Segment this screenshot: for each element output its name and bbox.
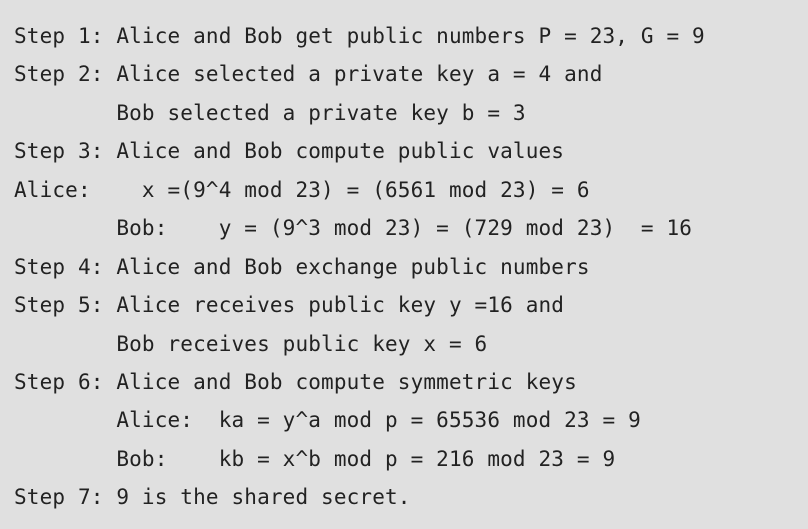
- step-6-line: Step 6: Alice and Bob compute symmetric …: [14, 369, 577, 394]
- step-2-line: Step 2: Alice selected a private key a =…: [14, 62, 603, 87]
- step-2-bob-line: Bob selected a private key b = 3: [14, 100, 526, 125]
- step-4-line: Step 4: Alice and Bob exchange public nu…: [14, 254, 590, 279]
- bob-symmetric-key-line: Bob: kb = x^b mod p = 216 mod 23 = 9: [14, 446, 616, 471]
- step-1-line: Step 1: Alice and Bob get public numbers…: [14, 24, 705, 48]
- alice-public-value-line: Alice: x =(9^4 mod 23) = (6561 mod 23) =…: [14, 177, 590, 202]
- step-5-bob-line: Bob receives public key x = 6: [14, 331, 488, 356]
- alice-symmetric-key-line: Alice: ka = y^a mod p = 65536 mod 23 = 9: [14, 408, 641, 433]
- code-block: Step 1: Alice and Bob get public numbers…: [0, 0, 808, 529]
- bob-public-value-line: Bob: y = (9^3 mod 23) = (729 mod 23) = 1…: [14, 216, 693, 241]
- step-3-line: Step 3: Alice and Bob compute public val…: [14, 139, 565, 164]
- step-7-line: Step 7: 9 is the shared secret.: [14, 485, 411, 510]
- step-5-line: Step 5: Alice receives public key y =16 …: [14, 293, 565, 318]
